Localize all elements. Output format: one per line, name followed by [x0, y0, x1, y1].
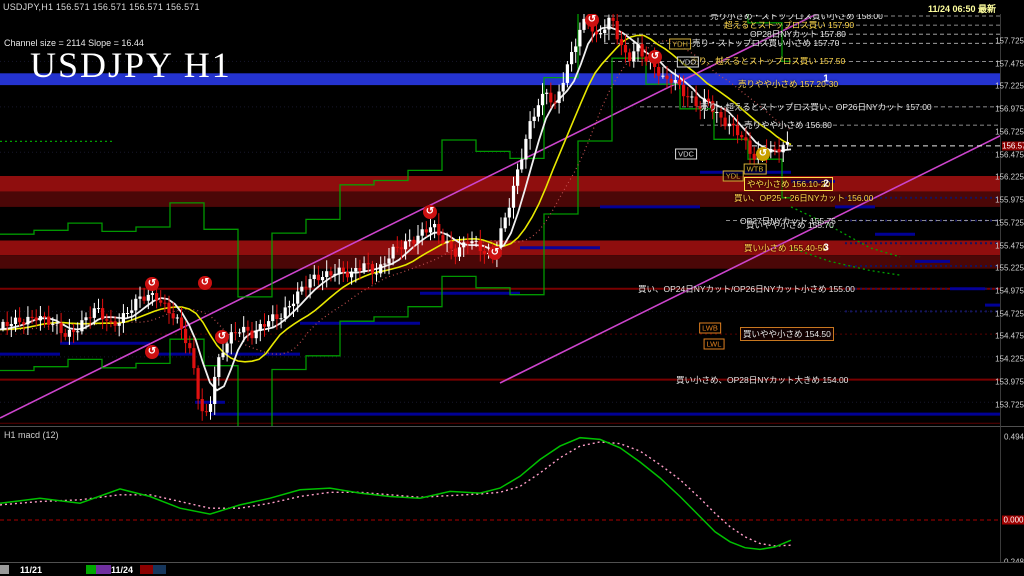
price-axis-label: 155.475 — [995, 241, 1024, 250]
date-label: 11/21 — [20, 565, 42, 575]
macd-zero-tag: 0.000 — [1002, 516, 1024, 525]
macd-indicator-panel[interactable]: H1 macd (12) — [0, 426, 1000, 563]
price-axis-label: 156.225 — [995, 173, 1024, 182]
price-axis-label: 156.475 — [995, 150, 1024, 159]
timeline-period-marker — [0, 565, 9, 574]
mt4-trading-terminal: USDJPY,H1 156.571 156.571 156.571 156.57… — [0, 0, 1024, 576]
price-axis[interactable]: 157.725157.475157.225156.975156.725156.4… — [1000, 14, 1024, 426]
macd-chart-canvas[interactable] — [0, 427, 1000, 563]
time-axis[interactable]: 11/21 11/24 — [0, 562, 1024, 576]
macd-indicator-label: H1 macd (12) — [4, 430, 59, 440]
price-axis-label: 157.475 — [995, 59, 1024, 68]
date-label: 11/24 — [111, 565, 133, 575]
timeline-period-marker — [153, 565, 166, 574]
price-axis-label: 156.725 — [995, 127, 1024, 136]
price-axis-label: 154.475 — [995, 332, 1024, 341]
current-price-tag: 156.571 — [1002, 141, 1024, 150]
price-axis-label: 155.225 — [995, 264, 1024, 273]
price-axis-label: 155.975 — [995, 196, 1024, 205]
price-axis-label: 153.975 — [995, 377, 1024, 386]
price-axis-label: 155.725 — [995, 218, 1024, 227]
symbol-ohlc-info: USDJPY,H1 156.571 156.571 156.571 156.57… — [3, 2, 200, 12]
macd-scale-max-label: 0.494 — [1004, 433, 1024, 442]
price-axis-label: 154.725 — [995, 309, 1024, 318]
price-axis-label: 153.725 — [995, 400, 1024, 409]
timeline-period-marker — [140, 565, 153, 574]
timeline-period-marker — [96, 565, 111, 574]
chart-watermark-title: USDJPY H1 — [30, 44, 232, 86]
price-axis-label: 157.225 — [995, 82, 1024, 91]
price-axis-label: 154.975 — [995, 286, 1024, 295]
price-axis-label: 154.225 — [995, 355, 1024, 364]
price-axis-label: 157.725 — [995, 36, 1024, 45]
main-chart-window[interactable]: Channel size = 2114 Slope = 16.44 USDJPY… — [0, 14, 1000, 426]
timeline-period-marker — [86, 565, 96, 574]
price-axis-label: 156.975 — [995, 105, 1024, 114]
macd-value-axis[interactable]: 0.494-0.2480.000 — [1000, 426, 1024, 563]
chart-info-bar: USDJPY,H1 156.571 156.571 156.571 156.57… — [0, 0, 1024, 14]
